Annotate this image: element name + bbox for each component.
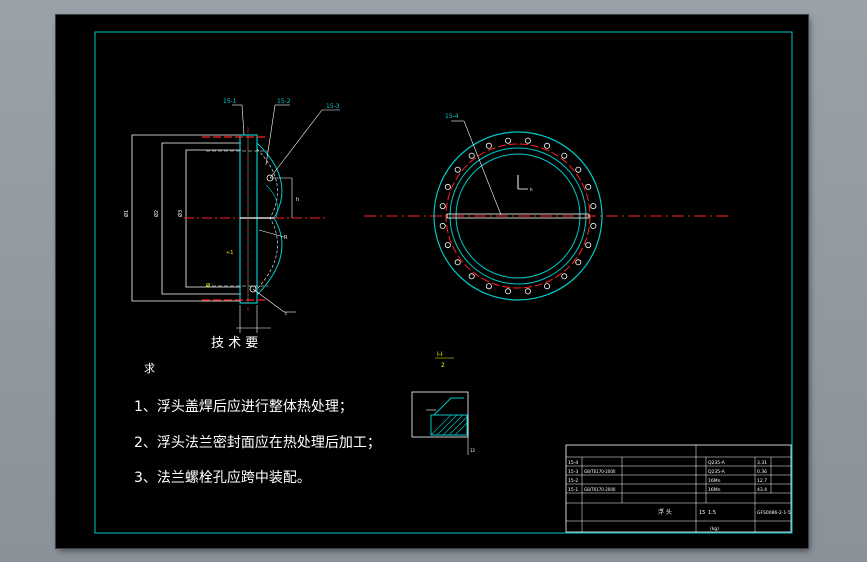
tb-row1-material: Q235-A bbox=[708, 460, 726, 466]
detail-flange bbox=[430, 414, 468, 436]
drawing-sheet: Ø1 Ø2 Ø3 h R ≈1 Ø c 15-1 15-2 15-3 h 15-… bbox=[56, 15, 808, 548]
bolt-hole bbox=[561, 152, 568, 159]
tb-row3-material: 16Mn bbox=[708, 478, 721, 484]
bolt-hole bbox=[505, 288, 512, 295]
lug-note: c bbox=[285, 311, 287, 316]
section-note-1: ≈1 bbox=[226, 250, 233, 256]
bolt-hole bbox=[485, 142, 492, 149]
dim-text-height: h bbox=[296, 197, 299, 203]
bolt-hole bbox=[454, 166, 461, 173]
dim-text-inner: Ø3 bbox=[177, 210, 184, 217]
tb-row2-material: Q235-A bbox=[708, 469, 726, 475]
bolt-hole bbox=[575, 166, 582, 173]
bolt-hole bbox=[468, 152, 475, 159]
bolt-hole bbox=[454, 259, 461, 266]
callout-leader-15-3 bbox=[269, 109, 323, 179]
tb-row1-weight: 3.31 bbox=[757, 460, 767, 466]
tb-part-name: 浮 头 bbox=[658, 508, 672, 516]
tb-drawing-no: GFS0086-2-1-5 bbox=[757, 510, 791, 516]
bolt-hole bbox=[468, 273, 475, 280]
bolt-hole bbox=[544, 283, 551, 290]
tb-row1-no: 15-4 bbox=[568, 460, 578, 466]
callout-leader-15-1 bbox=[241, 104, 245, 136]
dim-text-outer: Ø1 bbox=[123, 210, 130, 217]
bolt-hole bbox=[524, 137, 531, 144]
detail-dim-text: 12 bbox=[470, 448, 476, 453]
tb-row2-no: 15-3 bbox=[568, 469, 578, 475]
inner-dimension-line bbox=[185, 149, 241, 288]
tb-row4-code: GB/T6170-2000 bbox=[584, 487, 616, 492]
detail-weld bbox=[433, 397, 464, 416]
dim-text-mid: Ø2 bbox=[153, 210, 160, 217]
bolt-hole bbox=[585, 242, 592, 249]
tb-row3-weight: 12.7 bbox=[757, 478, 767, 484]
tb-row2-code: GB/T6170-2000 bbox=[584, 469, 616, 474]
cad-drawing-canvas: Ø1 Ø2 Ø3 h R ≈1 Ø c 15-1 15-2 15-3 h 15-… bbox=[94, 31, 793, 534]
bolt-hole bbox=[485, 283, 492, 290]
tech-note-3: 3、法兰螺栓孔应跨中装配。 bbox=[134, 469, 311, 486]
tb-row4-material: 16Mn bbox=[708, 487, 721, 493]
technical-requirements: 技 术 要 求 1、浮头盖焊后应进行整体热处理； 2、浮头法兰密封面应在热处理后… bbox=[134, 336, 381, 486]
dished-head-outer bbox=[256, 142, 283, 296]
bolt-hole bbox=[575, 259, 582, 266]
bolt-hole bbox=[505, 137, 512, 144]
callout-leader-15-2 bbox=[265, 104, 276, 166]
tb-row4-no: 15-1 bbox=[568, 487, 578, 493]
callout-15-3: 15-3 bbox=[326, 103, 340, 110]
detail-view: I-I 2 12 bbox=[411, 351, 476, 455]
bolt-hole bbox=[439, 203, 446, 210]
tb-total-weight: (kg) bbox=[710, 526, 719, 532]
tech-note-2: 2、浮头法兰密封面应在热处理后加工； bbox=[134, 434, 381, 451]
flange-plan-view: h 15-4 bbox=[364, 113, 728, 301]
detail-hatch bbox=[430, 414, 468, 436]
bolt-hole bbox=[444, 183, 451, 190]
tech-title-extra: 求 bbox=[144, 362, 155, 375]
bolt-hole bbox=[439, 222, 446, 229]
title-block: 15-4 Q235-A 3.31 15-3 GB/T6170-2000 Q235… bbox=[565, 444, 792, 533]
detail-mark-top: I-I bbox=[437, 351, 443, 358]
detail-mark-bottom: 2 bbox=[441, 362, 445, 369]
bolt-hole bbox=[524, 288, 531, 295]
bolt-hole bbox=[590, 222, 597, 229]
inner-border bbox=[94, 31, 793, 534]
radius-text: R bbox=[284, 235, 288, 241]
head-curve-detail bbox=[265, 184, 278, 219]
tb-sheet-no: 15 bbox=[699, 510, 705, 516]
rib-mark-text: h bbox=[530, 187, 533, 192]
bolt-hole bbox=[561, 273, 568, 280]
bolt-hole bbox=[585, 183, 592, 190]
tb-row4-weight: 43.4 bbox=[757, 487, 767, 493]
flange-body bbox=[239, 134, 258, 304]
tech-title: 技 术 要 bbox=[211, 336, 258, 351]
bolt-hole bbox=[590, 203, 597, 210]
callout-15-2: 15-2 bbox=[277, 98, 291, 105]
section-view: Ø1 Ø2 Ø3 h R ≈1 Ø c 15-1 15-2 15-3 bbox=[123, 98, 340, 333]
callout-15-1: 15-1 bbox=[223, 98, 237, 105]
tb-row3-no: 15-2 bbox=[568, 478, 578, 484]
tech-note-1: 1、浮头盖焊后应进行整体热处理； bbox=[134, 398, 353, 415]
bolt-hole bbox=[444, 242, 451, 249]
tb-scale: 1:5 bbox=[708, 510, 716, 516]
callout-15-4: 15-4 bbox=[445, 113, 459, 120]
tb-row2-weight: 0.36 bbox=[757, 469, 767, 475]
bolt-hole bbox=[544, 142, 551, 149]
section-note-2: Ø bbox=[206, 282, 210, 289]
